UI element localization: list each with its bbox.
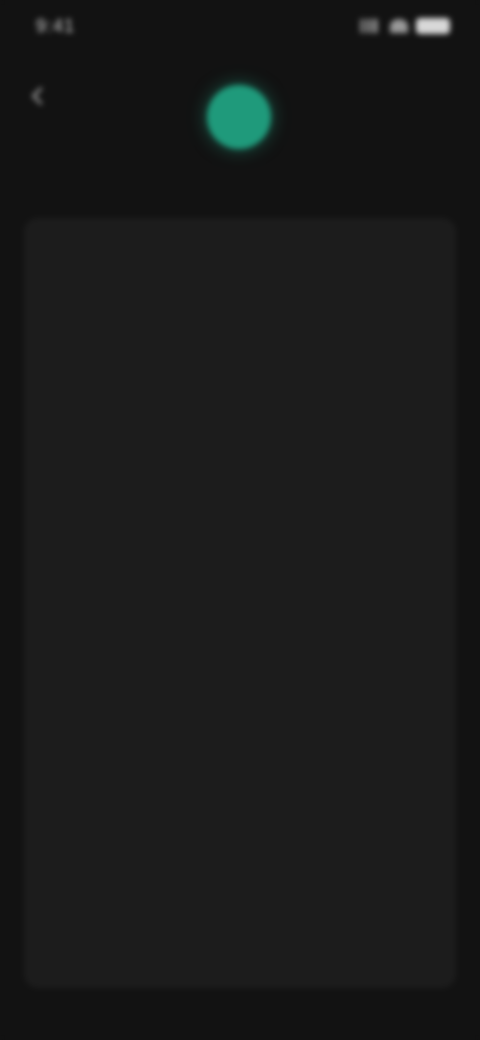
setting-row[interactable] bbox=[24, 790, 456, 884]
app-screen: 9:41 bbox=[0, 0, 480, 1040]
back-arrow-icon bbox=[32, 87, 43, 105]
setting-row[interactable] bbox=[24, 884, 456, 978]
status-icons bbox=[360, 18, 450, 34]
status-bar: 9:41 bbox=[0, 0, 480, 56]
avatar[interactable] bbox=[207, 85, 271, 149]
setting-row[interactable] bbox=[24, 414, 456, 508]
settings-list bbox=[24, 218, 456, 988]
setting-row[interactable] bbox=[24, 508, 456, 602]
setting-row[interactable] bbox=[24, 320, 456, 414]
setting-row[interactable] bbox=[24, 696, 456, 790]
battery-icon bbox=[416, 18, 450, 34]
setting-row[interactable] bbox=[24, 226, 456, 320]
setting-row[interactable] bbox=[24, 602, 456, 696]
signal-icon bbox=[360, 19, 382, 33]
status-time: 9:41 bbox=[36, 16, 76, 36]
wifi-icon bbox=[390, 19, 408, 33]
back-button[interactable] bbox=[24, 82, 52, 110]
